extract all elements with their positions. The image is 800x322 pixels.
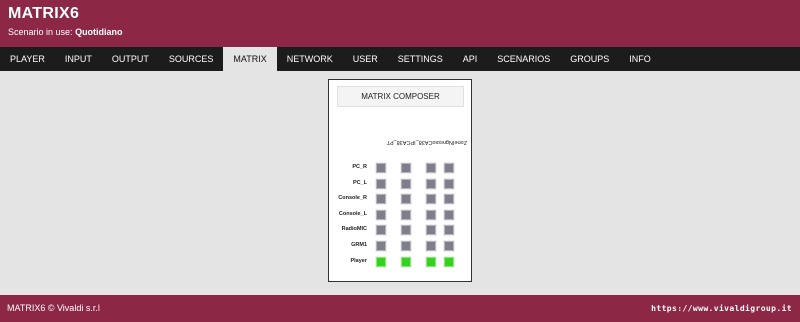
matrix-crosspoint-toggle[interactable] bbox=[376, 225, 386, 236]
matrix-crosspoint-toggle[interactable] bbox=[426, 178, 436, 189]
matrix-panel: MATRIX COMPOSER ZoneINgressoCA38_IPCA38_… bbox=[328, 79, 472, 282]
matrix-composer-button[interactable]: MATRIX COMPOSER bbox=[337, 86, 464, 107]
matrix-crosspoint-toggle[interactable] bbox=[401, 241, 411, 251]
matrix-crosspoint-toggle[interactable] bbox=[401, 194, 411, 205]
scenario-label: Scenario in use: bbox=[8, 27, 73, 37]
matrix-crosspoint-toggle[interactable] bbox=[444, 194, 454, 205]
matrix-row-label: RadioMIC bbox=[341, 226, 367, 233]
nav-item-sources[interactable]: SOURCES bbox=[159, 47, 224, 71]
matrix-column-header: ZoneINgressoCA38_IPCA38_PT bbox=[386, 139, 467, 145]
matrix-crosspoint-toggle[interactable] bbox=[426, 241, 436, 251]
matrix-crosspoint-toggle[interactable] bbox=[426, 209, 436, 220]
nav-item-user[interactable]: USER bbox=[343, 47, 388, 71]
matrix-crosspoint-toggle[interactable] bbox=[401, 209, 411, 220]
matrix-crosspoint-toggle[interactable] bbox=[376, 256, 386, 267]
matrix-crosspoint-toggle[interactable] bbox=[444, 178, 454, 189]
nav-item-api[interactable]: API bbox=[453, 47, 488, 71]
website-link[interactable]: https://www.vivaldigroup.it bbox=[651, 304, 792, 313]
scenario-value: Quotidiano bbox=[75, 27, 123, 37]
matrix-crosspoint-toggle[interactable] bbox=[444, 241, 454, 251]
matrix-crosspoint-toggle[interactable] bbox=[401, 225, 411, 236]
matrix-crosspoint-toggle[interactable] bbox=[376, 178, 386, 189]
nav-item-player[interactable]: PLAYER bbox=[0, 47, 55, 71]
matrix-row-label: Console_L bbox=[338, 210, 367, 217]
app-footer: MATRIX6 © Vivaldi s.r.l https://www.viva… bbox=[0, 295, 800, 322]
scenario-indicator: Scenario in use: Quotidiano bbox=[8, 27, 123, 37]
matrix-crosspoint-toggle[interactable] bbox=[376, 194, 386, 205]
matrix-crosspoint-toggle[interactable] bbox=[376, 241, 386, 251]
app-title: MATRIX6 bbox=[8, 5, 80, 22]
matrix-row-label: PC_L bbox=[352, 179, 367, 186]
nav-item-input[interactable]: INPUT bbox=[55, 47, 102, 71]
matrix-crosspoint-toggle[interactable] bbox=[444, 225, 454, 236]
matrix-crosspoint-toggle[interactable] bbox=[401, 256, 411, 267]
matrix-crosspoint-toggle[interactable] bbox=[426, 163, 436, 173]
matrix-crosspoint-toggle[interactable] bbox=[376, 163, 386, 173]
app-header: MATRIX6 Scenario in use: Quotidiano bbox=[0, 0, 800, 47]
nav-item-scenarios[interactable]: SCENARIOS bbox=[487, 47, 560, 71]
nav-item-output[interactable]: OUTPUT bbox=[102, 47, 159, 71]
matrix-crosspoint-toggle[interactable] bbox=[426, 225, 436, 236]
nav-item-network[interactable]: NETWORK bbox=[277, 47, 343, 71]
matrix-row-label: PC_R bbox=[352, 164, 367, 170]
nav-item-matrix[interactable]: MATRIX bbox=[223, 47, 277, 71]
matrix-crosspoint-toggle[interactable] bbox=[444, 163, 454, 173]
main-nav: PLAYER INPUT OUTPUT SOURCES MATRIX NETWORK USE… bbox=[0, 47, 800, 71]
nav-item-settings[interactable]: SETTINGS bbox=[388, 47, 453, 71]
matrix-row-label: Player bbox=[350, 257, 367, 264]
matrix-row-label: Console_R bbox=[338, 195, 367, 202]
matrix-crosspoint-toggle[interactable] bbox=[426, 194, 436, 205]
nav-item-groups[interactable]: GROUPS bbox=[560, 47, 619, 71]
matrix-crosspoint-toggle[interactable] bbox=[401, 178, 411, 189]
matrix-row-label: GRM1 bbox=[351, 242, 367, 248]
matrix-crosspoint-toggle[interactable] bbox=[444, 256, 454, 267]
copyright-text: MATRIX6 © Vivaldi s.r.l bbox=[7, 303, 100, 313]
matrix-crosspoint-toggle[interactable] bbox=[401, 163, 411, 173]
matrix-crosspoint-toggle[interactable] bbox=[376, 209, 386, 220]
matrix-crosspoint-toggle[interactable] bbox=[444, 209, 454, 220]
nav-item-info[interactable]: INFO bbox=[619, 47, 661, 71]
matrix-crosspoint-toggle[interactable] bbox=[426, 256, 436, 267]
